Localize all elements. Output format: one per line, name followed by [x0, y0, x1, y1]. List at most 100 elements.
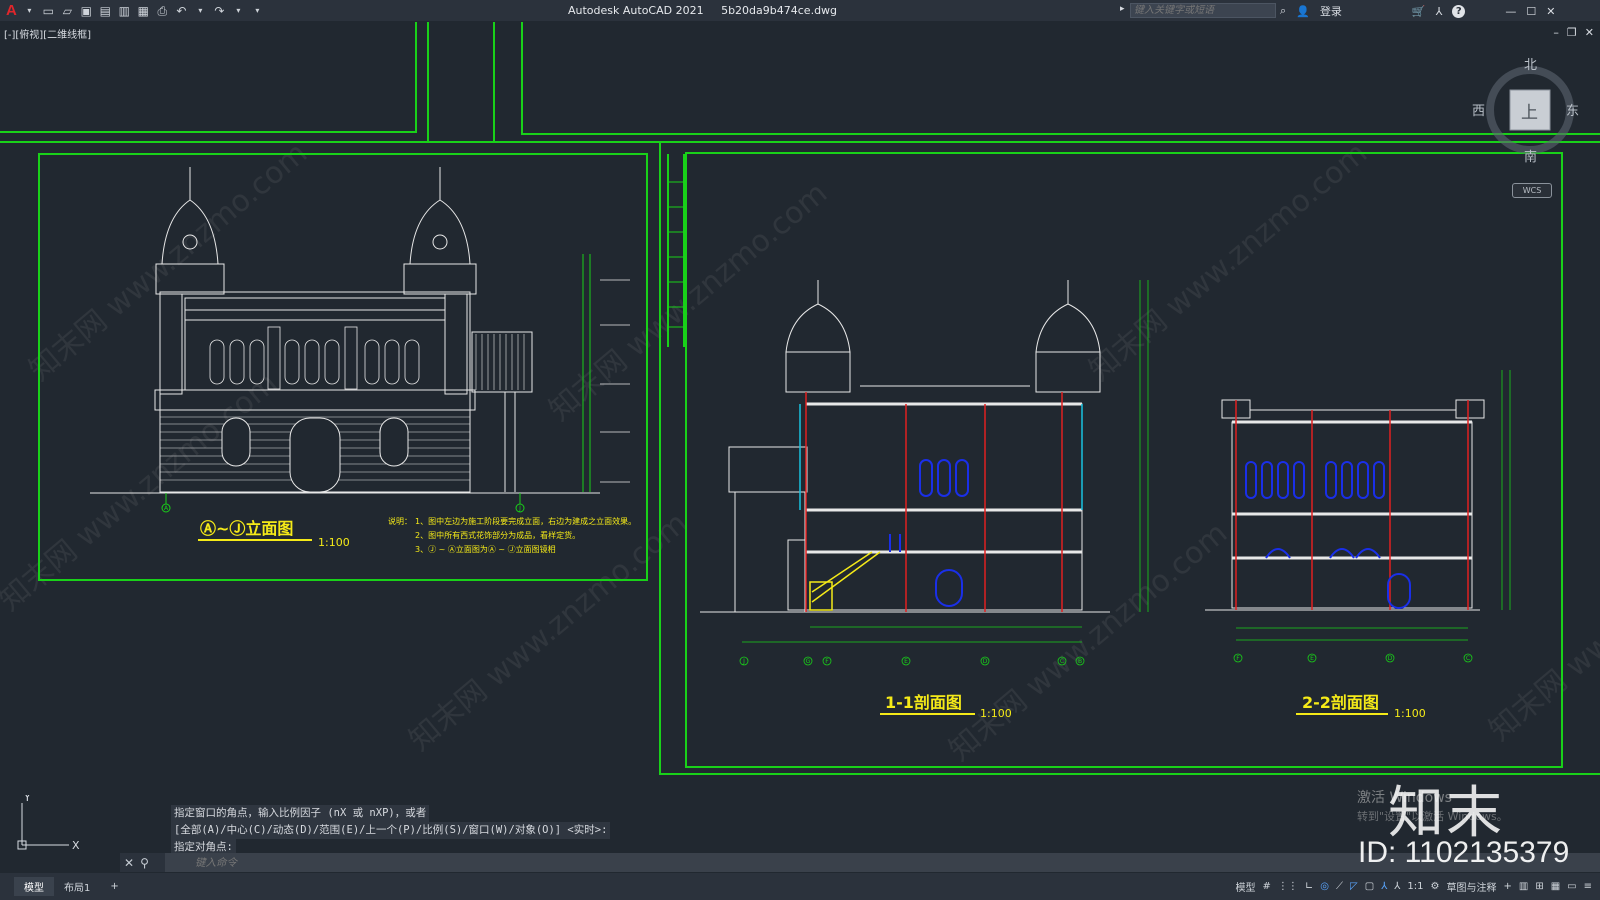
viewcube-east[interactable]: 东 [1566, 100, 1579, 119]
axis-label: D [983, 658, 988, 665]
section-2-2-drawing [1205, 399, 1485, 611]
axis-label: C [1466, 655, 1470, 662]
axis-label: B [1078, 658, 1082, 665]
watermark-text: 知末网 www.znzmo.com [403, 506, 694, 758]
tab-model[interactable]: 模型 [14, 877, 54, 896]
hardware-acceleration-icon[interactable]: ▦ [1551, 881, 1560, 892]
viewcube-south[interactable]: 南 [1524, 146, 1537, 165]
axis-label: J [742, 658, 745, 665]
viewcube-north[interactable]: 北 [1524, 54, 1537, 73]
object-snap-icon[interactable]: ◸ [1350, 881, 1358, 892]
close-icon[interactable]: ✕ [1546, 5, 1555, 18]
polar-tracking-icon[interactable]: ◎ [1320, 881, 1329, 892]
plot-preview-icon[interactable]: ▦ [137, 5, 150, 17]
note-1: 1、图中左边为施工阶段要完成立面，右边为建成之立面效果。 [415, 516, 636, 526]
section-2-2-columns [1235, 400, 1469, 610]
login-button[interactable]: 登录 [1320, 3, 1342, 19]
wcs-menu[interactable]: WCS [1512, 183, 1552, 198]
section2-title: 2-2剖面图 [1302, 693, 1379, 712]
title-bar: A ▾ ▭ ▱ ▣ ▤ ▥ ▦ ⎙ ↶ ▾ ↷ ▾ ▾ Autodesk Aut… [0, 0, 1600, 21]
command-close-icon[interactable]: ✕ [124, 856, 134, 870]
id-watermark: ID: 1102135379 [1358, 836, 1570, 869]
title-right-tools: ⌕ 👤 登录 🛒 ⅄ ? — ☐ ✕ [1280, 3, 1555, 19]
app-title: Autodesk AutoCAD 2021 [568, 4, 704, 17]
axis-label: E [1310, 655, 1314, 662]
section-1-1-title-block: 1-1剖面图 1:100 [880, 693, 1012, 720]
command-customize-icon[interactable]: ⚲ [140, 856, 149, 870]
snap-icon[interactable]: ⋮⋮ [1278, 881, 1298, 892]
svg-text:X: X [72, 839, 80, 852]
autodesk-a360-icon[interactable]: ⅄ [1436, 5, 1443, 18]
quick-access-toolbar: A ▾ ▭ ▱ ▣ ▤ ▥ ▦ ⎙ ↶ ▾ ↷ ▾ ▾ [0, 2, 264, 19]
quick-properties-icon[interactable]: ⊞ [1535, 881, 1543, 892]
search-icon[interactable]: ⌕ [1280, 4, 1286, 18]
viewcube-face-top[interactable]: 上 [1521, 98, 1538, 123]
isodraft-icon[interactable]: ⟋ [1336, 881, 1343, 892]
add-layout-button[interactable]: + [100, 879, 128, 894]
elevation-title-block: Ⓐ~Ⓙ立面图 1:100 说明： 1、图中左边为施工阶段要完成立面，右边为建成之… [198, 516, 636, 554]
plus-icon[interactable]: + [1503, 881, 1511, 892]
axis-label: E [904, 658, 908, 665]
drawing-canvas[interactable]: 知末网 www.znzmo.com 知末网 www.znzmo.com 知末网 … [0, 22, 1600, 873]
elevation-drawing [90, 167, 600, 494]
cart-icon[interactable]: 🛒 [1412, 5, 1426, 18]
search-expand-icon[interactable]: ▸ [1120, 4, 1125, 14]
maximize-icon[interactable]: ☐ [1526, 5, 1536, 18]
selection-cycling-icon[interactable]: ▢ [1365, 881, 1374, 892]
open-folder-icon[interactable]: ▱ [61, 5, 74, 17]
help-icon[interactable]: ? [1452, 4, 1466, 18]
axis-label: F [1236, 655, 1240, 662]
ucs-icon: Y X [17, 795, 80, 852]
new-file-icon[interactable]: ▭ [42, 5, 55, 17]
section2-scale: 1:100 [1394, 707, 1426, 720]
print-icon[interactable]: ⎙ [156, 5, 169, 17]
units-icon[interactable]: ▥ [1519, 881, 1528, 892]
workspace-switch[interactable]: 草图与注释 [1446, 879, 1496, 894]
save-icon[interactable]: ▣ [80, 5, 93, 17]
window-title: Autodesk AutoCAD 2021 5b20da9b474ce.dwg [568, 4, 837, 17]
axis-label: F [825, 658, 829, 665]
axis-label: D [1388, 655, 1393, 662]
customization-menu-icon[interactable]: ≡ [1584, 881, 1592, 892]
section1-title: 1-1剖面图 [885, 693, 962, 712]
undo-dropdown-icon[interactable]: ▾ [194, 5, 207, 17]
file-name: 5b20da9b474ce.dwg [721, 4, 838, 17]
search-input[interactable] [1130, 3, 1276, 18]
elevation-axis-markers [161, 493, 525, 513]
ortho-icon[interactable]: ∟ [1305, 881, 1313, 892]
tab-layout1[interactable]: 布局1 [54, 877, 100, 896]
save-as-icon[interactable]: ▤ [99, 5, 112, 17]
user-icon[interactable]: 👤 [1296, 5, 1310, 18]
redo-icon[interactable]: ↷ [213, 5, 226, 17]
watermark-text: 知末网 www.znzmo.com [23, 136, 314, 388]
watermark-text: 知末网 www.znzmo.com [543, 176, 834, 428]
axis-label: C [1060, 658, 1064, 665]
annotation-visibility-icon[interactable]: ⅄ [1381, 881, 1387, 892]
redo-dropdown-icon[interactable]: ▾ [232, 5, 245, 17]
command-line-controls: ✕ ⚲ [120, 853, 165, 872]
autocad-logo-icon[interactable]: A [6, 2, 17, 19]
grid-icon[interactable]: # [1263, 881, 1271, 892]
section-1-1-dimensions [739, 280, 1149, 666]
undo-icon[interactable]: ↶ [175, 5, 188, 17]
note-3: 3、Ⓙ ~ Ⓐ立面图为Ⓐ ~ Ⓙ立面图镜相 [415, 544, 556, 554]
gear-icon[interactable]: ⚙ [1431, 881, 1440, 892]
customize-toolbar-icon[interactable]: ▾ [251, 5, 264, 17]
minimize-icon[interactable]: — [1505, 5, 1516, 18]
menu-chevron-icon[interactable]: ▾ [23, 5, 36, 17]
section-2-2-title-block: 2-2剖面图 1:100 [1296, 693, 1426, 720]
annotation-scale[interactable]: 1:1 [1407, 881, 1423, 892]
clean-screen-icon[interactable]: ▭ [1567, 881, 1576, 892]
section-1-1-windows [889, 459, 969, 607]
elevation-axis-labels: A J [164, 505, 521, 512]
model-space-button[interactable]: 模型 [1236, 879, 1256, 894]
viewcube[interactable]: 北 南 东 西 上 [1472, 58, 1580, 165]
auto-scale-icon[interactable]: ⅄ [1394, 881, 1400, 892]
watermark-text: 知末网 www.znzmo.com [1483, 496, 1600, 748]
viewcube-west[interactable]: 西 [1472, 100, 1485, 119]
web-save-icon[interactable]: ▥ [118, 5, 131, 17]
section-2-2-axis-labels: F E D C [1236, 655, 1470, 662]
status-bar: 模型 布局1 + 模型 # ⋮⋮ ∟ ◎ ⟋ ◸ ▢ ⅄ ⅄ 1:1 ⚙ 草图与… [0, 873, 1600, 900]
elevation-title: Ⓐ~Ⓙ立面图 [200, 519, 293, 538]
section-1-1-drawing [700, 280, 1110, 613]
